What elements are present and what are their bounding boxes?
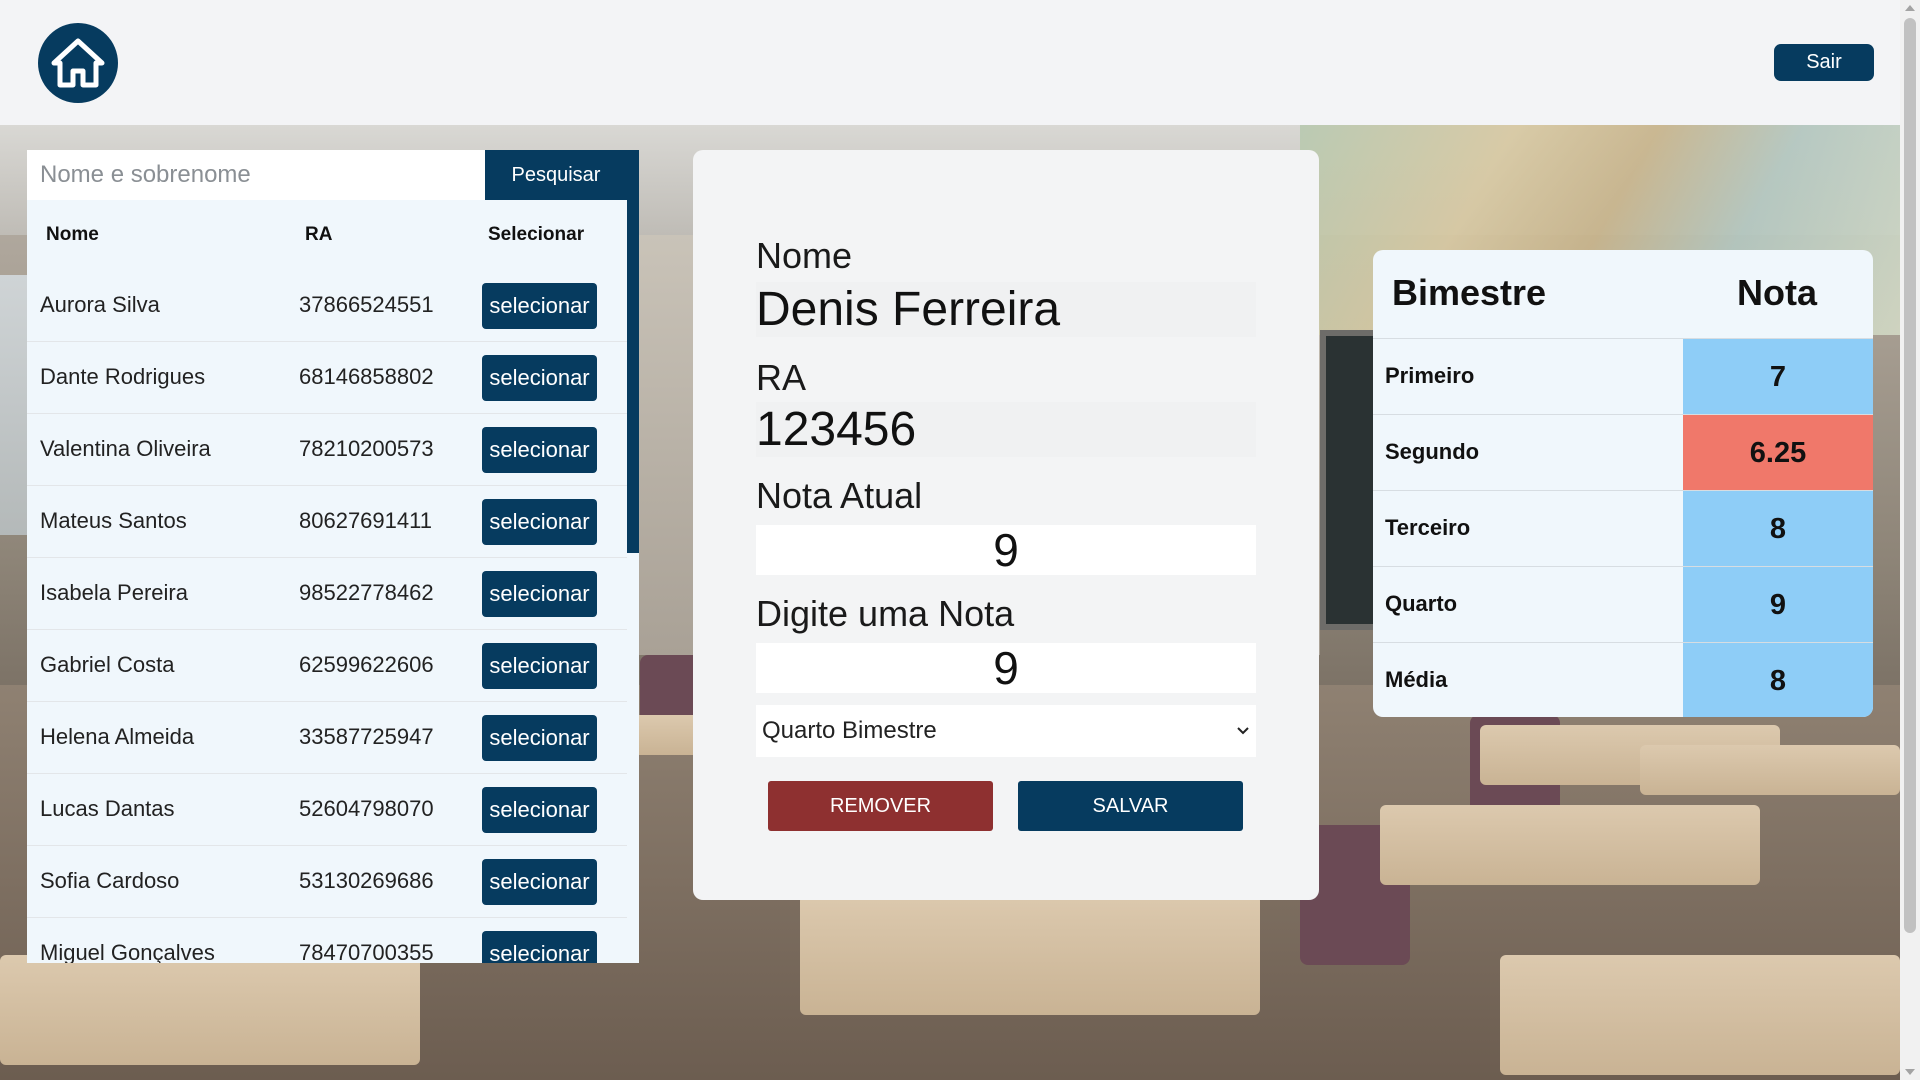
remove-button[interactable]: REMOVER (768, 781, 993, 831)
grade-row: Segundo 6.25 (1373, 414, 1873, 491)
student-ra: 78470700355 (299, 940, 434, 963)
student-name: Isabela Pereira (40, 580, 188, 605)
scroll-up-arrow-icon[interactable] (1905, 5, 1915, 11)
grade-row: Quarto 9 (1373, 566, 1873, 643)
column-header-name: Nome (46, 224, 99, 245)
home-icon (51, 38, 105, 88)
table-row: Helena Almeida 33587725947 selecionar (27, 702, 627, 774)
home-button[interactable] (38, 23, 118, 103)
term-select-value: Quarto Bimestre (762, 717, 937, 744)
student-name: Miguel Gonçalves (40, 940, 215, 963)
select-student-button[interactable]: selecionar (482, 283, 597, 329)
select-student-button[interactable]: selecionar (482, 643, 597, 689)
name-label: Nome (756, 235, 853, 276)
student-ra: 68146858802 (299, 364, 434, 389)
table-row: Miguel Gonçalves 78470700355 selecionar (27, 918, 627, 963)
student-ra: 62599622606 (299, 652, 434, 677)
student-list-scrollbar-thumb[interactable] (627, 150, 639, 553)
student-name-value: Denis Ferreira (756, 282, 1256, 337)
student-name: Gabriel Costa (40, 652, 175, 677)
term-select[interactable]: Quarto Bimestre (756, 705, 1256, 757)
select-student-button[interactable]: selecionar (482, 427, 597, 473)
term-grade: 8 (1683, 491, 1873, 567)
student-ra-value: 123456 (756, 402, 1256, 457)
table-row: Aurora Silva 37866524551 selecionar (27, 270, 627, 342)
table-row: Valentina Oliveira 78210200573 selecionar (27, 414, 627, 486)
student-ra: 80627691411 (299, 508, 432, 533)
term-grade: 9 (1683, 567, 1873, 643)
top-header: Sair (0, 0, 1900, 125)
grade-row: Primeiro 7 (1373, 338, 1873, 415)
select-student-button[interactable]: selecionar (482, 787, 597, 833)
select-student-button[interactable]: selecionar (482, 859, 597, 905)
term-grade: 7 (1683, 339, 1873, 415)
term-name: Terceiro (1385, 515, 1471, 540)
select-student-button[interactable]: selecionar (482, 931, 597, 963)
student-name: Lucas Dantas (40, 796, 175, 821)
select-student-button[interactable]: selecionar (482, 355, 597, 401)
current-grade-label: Nota Atual (756, 475, 923, 516)
scroll-down-arrow-icon[interactable] (1905, 1069, 1915, 1075)
select-student-button[interactable]: selecionar (482, 499, 597, 545)
search-input[interactable] (27, 150, 485, 200)
table-row: Isabela Pereira 98522778462 selecionar (27, 558, 627, 630)
student-ra: 78210200573 (299, 436, 434, 461)
student-list-scrollbar[interactable] (627, 150, 639, 963)
chevron-down-icon (1237, 727, 1249, 735)
student-ra: 98522778462 (299, 580, 434, 605)
table-row: Dante Rodrigues 68146858802 selecionar (27, 342, 627, 414)
student-name: Mateus Santos (40, 508, 187, 533)
student-ra: 52604798070 (299, 796, 434, 821)
student-ra: 37866524551 (299, 292, 434, 317)
student-table-body: Aurora Silva 37866524551 selecionar Dante R… (27, 270, 627, 963)
column-header-select: Selecionar (488, 224, 585, 245)
grades-table: Bimestre Nota Primeiro 7 Segundo 6.25 Tercei… (1373, 250, 1873, 717)
student-list-panel: Pesquisar Nome RA Selecionar Aurora Silv… (27, 150, 639, 963)
student-name: Dante Rodrigues (40, 364, 206, 389)
enter-grade-input[interactable] (756, 643, 1256, 693)
current-grade-field: 9 (756, 525, 1256, 575)
table-row: Gabriel Costa 62599622606 selecionar (27, 630, 627, 702)
term-name: Segundo (1385, 439, 1480, 464)
table-row: Lucas Dantas 52604798070 selecionar (27, 774, 627, 846)
student-name: Valentina Oliveira (40, 436, 211, 461)
student-name: Aurora Silva (40, 292, 160, 317)
grade-row: Média 8 (1373, 642, 1873, 717)
enter-grade-label: Digite uma Nota (756, 593, 1015, 634)
table-row: Sofia Cardoso 53130269686 selecionar (27, 846, 627, 918)
term-grade: 6.25 (1683, 415, 1873, 491)
student-name: Helena Almeida (40, 724, 195, 749)
student-table-header: Nome RA Selecionar (27, 200, 627, 270)
student-name: Sofia Cardoso (40, 868, 180, 893)
student-ra: 53130269686 (299, 868, 434, 893)
grade-row: Terceiro 8 (1373, 490, 1873, 567)
search-bar: Pesquisar (27, 150, 627, 200)
page-scrollbar[interactable] (1900, 0, 1920, 1080)
term-name: Quarto (1385, 591, 1458, 616)
save-button[interactable]: SALVAR (1018, 781, 1243, 831)
column-header-ra: RA (305, 224, 333, 245)
student-ra: 33587725947 (299, 724, 434, 749)
term-grade: 8 (1683, 643, 1873, 717)
select-student-button[interactable]: selecionar (482, 571, 597, 617)
ra-label: RA (756, 357, 807, 398)
term-name: Primeiro (1385, 363, 1475, 388)
term-name: Média (1385, 667, 1448, 692)
student-detail-card: Nome Denis Ferreira RA 123456 Nota Atual… (693, 150, 1319, 900)
select-student-button[interactable]: selecionar (482, 715, 597, 761)
table-row: Mateus Santos 80627691411 selecionar (27, 486, 627, 558)
logout-button[interactable]: Sair (1774, 44, 1874, 81)
page-scrollbar-thumb[interactable] (1904, 18, 1916, 933)
search-button[interactable]: Pesquisar (485, 150, 627, 200)
